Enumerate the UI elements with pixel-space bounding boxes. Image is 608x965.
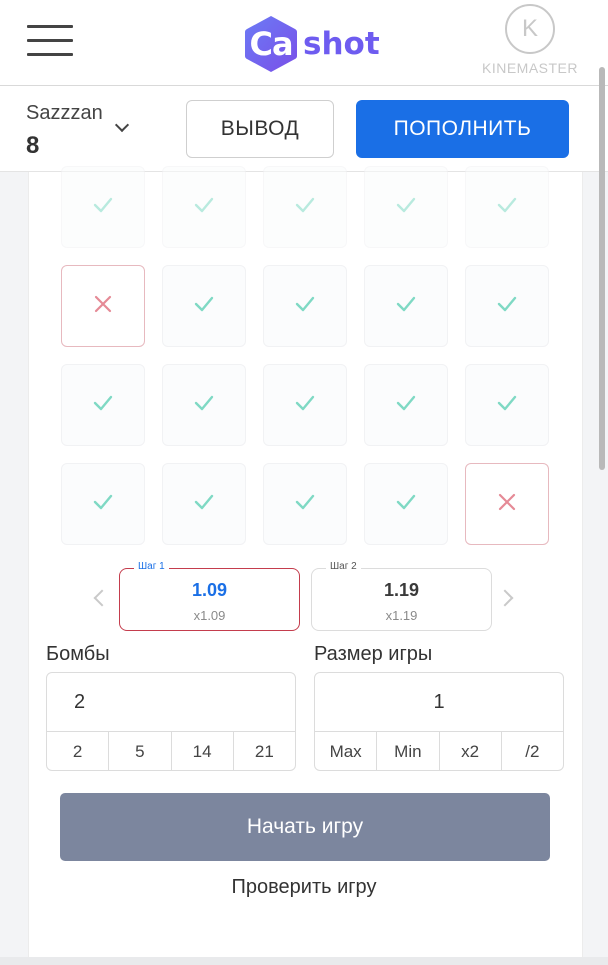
- step-multiplier: x1.19: [385, 608, 418, 623]
- check-icon: [90, 489, 116, 520]
- game-size-option-half[interactable]: /2: [500, 732, 563, 770]
- check-icon: [494, 192, 520, 223]
- game-size-option-max[interactable]: Max: [315, 732, 376, 770]
- game-size-options: Max Min x2 /2: [315, 731, 563, 770]
- mine-cell-safe[interactable]: [162, 166, 246, 248]
- mine-cell-safe[interactable]: [61, 166, 145, 248]
- logo-text: shot: [303, 26, 380, 62]
- kinemaster-logo-icon: K: [505, 4, 555, 54]
- bombs-control: 2 2 5 14 21: [46, 672, 296, 771]
- username[interactable]: Sazzzan: [26, 102, 103, 125]
- mine-cell-safe[interactable]: [162, 463, 246, 545]
- mine-cell-safe[interactable]: [364, 463, 448, 545]
- account-bar: Sazzzan 8 ВЫВОД ПОПОЛНИТЬ: [0, 86, 608, 172]
- deposit-button[interactable]: ПОПОЛНИТЬ: [356, 100, 569, 158]
- check-icon: [393, 192, 419, 223]
- game-size-option-min[interactable]: Min: [376, 732, 438, 770]
- watermark-text: KINEMASTER: [481, 60, 578, 76]
- cross-icon: [90, 291, 116, 322]
- mine-cell-safe[interactable]: [61, 463, 145, 545]
- mine-cell-safe[interactable]: [465, 364, 549, 446]
- cross-icon: [494, 489, 520, 520]
- bombs-option[interactable]: 5: [108, 732, 170, 770]
- step-card-1[interactable]: Шаг 1 1.09 x1.09: [119, 561, 300, 631]
- cashot-logo[interactable]: Ca shot: [243, 14, 380, 74]
- step-value: 1.09: [191, 580, 228, 600]
- mines-grid: [61, 166, 551, 568]
- check-icon: [292, 192, 318, 223]
- check-icon: [90, 192, 116, 223]
- bombs-options: 2 5 14 21: [47, 731, 295, 770]
- start-game-button[interactable]: Начать игру: [60, 793, 550, 861]
- withdraw-button[interactable]: ВЫВОД: [186, 100, 334, 158]
- step-multiplier: x1.09: [193, 608, 226, 623]
- check-icon: [292, 489, 318, 520]
- bombs-label: Бомбы: [46, 643, 110, 665]
- check-icon: [90, 390, 116, 421]
- top-header: Ca shot K KINEMASTER: [0, 0, 608, 86]
- mine-cell-safe[interactable]: [364, 265, 448, 347]
- scrollbar[interactable]: [599, 67, 605, 470]
- mine-cell-safe[interactable]: [364, 166, 448, 248]
- mine-cell-safe[interactable]: [364, 364, 448, 446]
- step-label: Шаг 1: [134, 561, 169, 572]
- game-size-option-double[interactable]: x2: [438, 732, 501, 770]
- step-label: Шаг 2: [326, 561, 361, 572]
- bottom-edge: [0, 957, 608, 965]
- mine-cell-safe[interactable]: [263, 364, 347, 446]
- check-icon: [191, 291, 217, 322]
- check-icon: [191, 489, 217, 520]
- mine-cell-bomb[interactable]: [61, 265, 145, 347]
- menu-icon[interactable]: [27, 22, 73, 60]
- bombs-option[interactable]: 21: [232, 732, 295, 770]
- mine-cell-safe[interactable]: [263, 265, 347, 347]
- check-icon: [494, 390, 520, 421]
- mine-cell-safe[interactable]: [263, 463, 347, 545]
- step-card-2[interactable]: Шаг 2 1.19 x1.19: [311, 561, 492, 631]
- balance: 8: [26, 132, 40, 159]
- logo-hex-icon: Ca: [243, 14, 299, 74]
- check-icon: [393, 390, 419, 421]
- bombs-option[interactable]: 14: [170, 732, 233, 770]
- check-icon: [292, 291, 318, 322]
- mine-cell-safe[interactable]: [162, 265, 246, 347]
- game-size-control: 1 Max Min x2 /2: [314, 672, 564, 771]
- bombs-option[interactable]: 2: [47, 732, 108, 770]
- check-icon: [191, 390, 217, 421]
- check-icon: [393, 489, 419, 520]
- mine-cell-bomb[interactable]: [465, 463, 549, 545]
- check-icon: [393, 291, 419, 322]
- check-icon: [191, 192, 217, 223]
- step-value: 1.19: [383, 580, 420, 600]
- kinemaster-watermark: K KINEMASTER: [480, 4, 580, 82]
- game-size-input[interactable]: 1: [315, 673, 563, 731]
- chevron-down-icon[interactable]: [114, 117, 130, 133]
- mine-cell-safe[interactable]: [263, 166, 347, 248]
- game-size-label: Размер игры: [314, 643, 433, 665]
- mine-cell-safe[interactable]: [61, 364, 145, 446]
- mine-cell-safe[interactable]: [465, 265, 549, 347]
- mine-cell-safe[interactable]: [162, 364, 246, 446]
- check-game-link[interactable]: Проверить игру: [0, 876, 608, 899]
- mine-cell-safe[interactable]: [465, 166, 549, 248]
- check-icon: [494, 291, 520, 322]
- bombs-input[interactable]: 2: [47, 673, 295, 731]
- logo-mark-text: Ca: [249, 25, 293, 63]
- check-icon: [292, 390, 318, 421]
